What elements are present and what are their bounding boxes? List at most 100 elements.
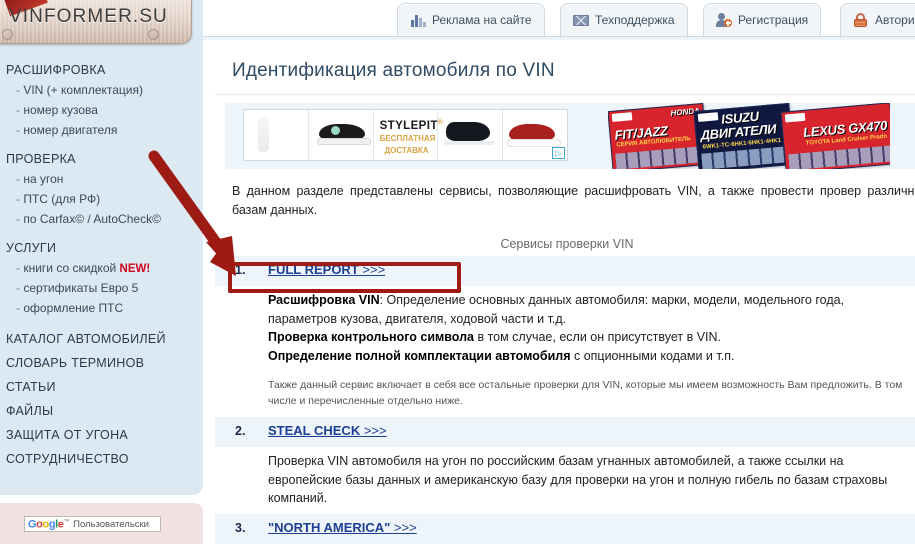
brand-text: STYLEPIT: [379, 119, 438, 132]
service-note: Также данный сервис включает в себя все …: [268, 379, 903, 407]
sidebar-item-label: номер кузова: [23, 103, 98, 117]
tab-support[interactable]: Техподдержка: [560, 3, 688, 36]
screw-icon: [148, 29, 159, 40]
ad-cell-brand: STYLEPIT® БЕСПЛАТНАЯ ДОСТАВКА: [374, 110, 443, 160]
lock-icon: [853, 13, 869, 27]
tabbar-underline: [203, 36, 915, 40]
site-logo-text: VINFORMER.SU: [9, 6, 168, 27]
page-title: Идентификация автомобиля по VIN: [232, 60, 555, 81]
tab-registration[interactable]: Регистрация: [703, 3, 822, 36]
main-content: Идентификация автомобиля по VIN STYLEPIT…: [215, 44, 915, 544]
tab-label: Техподдержка: [595, 13, 675, 27]
adchoices-icon[interactable]: ▷: [551, 147, 565, 159]
link-label: "NORTH AMERICA": [268, 519, 391, 535]
ad-tagline-line2: ДОСТАВКА: [384, 145, 429, 155]
ad-cell-product: [244, 110, 309, 160]
top-navigation-tabs: Реклама на сайте Техподдержка Регистраци…: [203, 0, 915, 40]
advertisement-row: STYLEPIT® БЕСПЛАТНАЯ ДОСТАВКА ▷ HONDA FI…: [225, 103, 915, 169]
sidebar-item-catalog[interactable]: КАТАЛОГ АВТОМОБИЛЕЙ: [0, 327, 203, 351]
product-image: [507, 124, 562, 147]
ad-banner-stylepit[interactable]: STYLEPIT® БЕСПЛАТНАЯ ДОСТАВКА ▷: [243, 109, 568, 161]
cover-grid-decoration: [615, 146, 705, 169]
service-header: 3. "NORTH AMERICA" >>>: [215, 513, 915, 544]
site-logo-plate[interactable]: VINFORMER.SU: [0, 0, 192, 44]
service-item-north-america: 3. "NORTH AMERICA" >>> Проверка истории …: [215, 513, 915, 544]
page-root: VINFORMER.SU РАСШИФРОВКА - VIN (+ компле…: [0, 0, 915, 544]
search-placeholder: Пользовательски: [73, 518, 149, 530]
new-badge: NEW!: [119, 263, 151, 275]
publisher-logo: [784, 112, 806, 123]
sidebar-item-engine-number[interactable]: - номер двигателя: [0, 120, 203, 140]
service-link-steal-check[interactable]: STEAL CHECK >>>: [268, 423, 387, 438]
google-logo: Google™: [28, 518, 70, 531]
screw-icon: [2, 29, 13, 40]
ad-cell-product: ▷: [503, 110, 567, 160]
sidebar-item-glossary[interactable]: СЛОВАРЬ ТЕРМИНОВ: [0, 351, 203, 375]
sidebar-item-anti-theft[interactable]: ЗАЩИТА ОТ УГОНА: [0, 423, 203, 447]
service-link-north-america[interactable]: "NORTH AMERICA" >>>: [268, 520, 417, 535]
ad-banner-manuals[interactable]: HONDA FIT/JAZZ СЕРИЯ АВТОЛЮБИТЕЛЬ ISUZU …: [608, 103, 890, 169]
service-header: 2. STEAL CHECK >>>: [215, 417, 915, 447]
product-image: [316, 124, 371, 145]
service-number: 2.: [235, 424, 246, 438]
search-input[interactable]: Google™ Пользовательски: [24, 516, 161, 532]
ad-cell-product: [438, 110, 504, 160]
cover-grid-decoration: [788, 145, 890, 169]
sidebar-item-stolen[interactable]: - на угон: [0, 169, 203, 189]
google-search-panel: Google™ Пользовательски: [0, 503, 203, 544]
sidebar-item-euro5[interactable]: - сертификаты Евро 5: [0, 278, 203, 298]
publisher-logo: [697, 112, 719, 122]
ad-tagline-line1: БЕСПЛАТНАЯ: [379, 133, 436, 143]
ad-cell-product: [309, 110, 374, 160]
link-arrows: >>>: [363, 423, 387, 438]
service-number: 3.: [235, 520, 246, 535]
sidebar-item-label: на угон: [23, 172, 64, 186]
tab-advertising[interactable]: Реклама на сайте: [397, 3, 545, 36]
services-heading: Сервисы проверки VIN: [500, 237, 634, 251]
tab-authorization[interactable]: Авториз: [840, 3, 915, 36]
service-link-full-report[interactable]: FULL REPORT >>>: [268, 262, 385, 277]
sidebar-item-label: VIN (+ комплектация): [23, 83, 143, 97]
link-label: FULL REPORT: [268, 262, 359, 277]
sidebar-item-pts[interactable]: - ПТС (для РФ): [0, 189, 203, 209]
service-item-steal-check: 2. STEAL CHECK >>> Проверка VIN автомоби…: [215, 417, 915, 510]
service-header: 1. FULL REPORT >>>: [215, 256, 915, 286]
sidebar-item-carfax[interactable]: - по Carfax© / AutoCheck©: [0, 209, 203, 229]
publisher-logo: [611, 112, 633, 122]
ad-brand-name: STYLEPIT®: [380, 119, 443, 132]
sidebar-group-proverka: ПРОВЕРКА: [6, 152, 76, 166]
sidebar-item-cooperation[interactable]: СОТРУДНИЧЕСТВО: [0, 447, 203, 471]
sidebar-item-pts-registration[interactable]: - оформление ПТС: [0, 298, 203, 318]
sidebar-item-files[interactable]: ФАЙЛЫ: [0, 399, 203, 423]
sidebar: VINFORMER.SU РАСШИФРОВКА - VIN (+ компле…: [0, 0, 203, 495]
sidebar-group-uslugi: УСЛУГИ: [6, 241, 57, 255]
product-image: [444, 122, 495, 145]
sidebar-item-vin[interactable]: - VIN (+ комплектация): [0, 80, 203, 100]
tab-label: Реклама на сайте: [432, 13, 532, 27]
services-list: 1. FULL REPORT >>> Расшифровка VIN: Опре…: [215, 256, 915, 544]
tab-label: Авториз: [875, 13, 915, 27]
title-divider: [215, 94, 915, 95]
service-description: Расшифровка VIN: Определение основных да…: [268, 293, 845, 363]
product-logo: [330, 126, 340, 135]
intro-paragraph: В данном разделе представлены сервисы, п…: [232, 184, 915, 217]
sidebar-item-label: ПТС (для РФ): [23, 192, 101, 206]
sidebar-item-discount-books[interactable]: - книги со скидкой NEW!: [0, 258, 203, 278]
product-image: [258, 118, 269, 152]
sidebar-item-label: номер двигателя: [23, 123, 118, 137]
sidebar-item-label: оформление ПТС: [23, 301, 124, 315]
book-cover: LEXUS GX470 TOYOTA Land Cruiser Prado: [780, 103, 890, 169]
link-arrows: >>>: [362, 262, 386, 277]
link-arrows: >>>: [393, 519, 417, 535]
book-cover: ISUZU ДВИГАТЕЛИ 6WK1-TC·6HK1·6HK1·4HK1: [693, 103, 795, 169]
tab-label: Регистрация: [738, 13, 809, 27]
link-label: STEAL CHECK: [268, 423, 361, 438]
sidebar-group-rasshifrovka: РАСШИФРОВКА: [6, 63, 106, 77]
bar-chart-icon: [410, 13, 426, 27]
envelope-icon: [573, 13, 589, 27]
sidebar-item-articles[interactable]: СТАТЬИ: [0, 375, 203, 399]
sidebar-item-body-number[interactable]: - номер кузова: [0, 100, 203, 120]
